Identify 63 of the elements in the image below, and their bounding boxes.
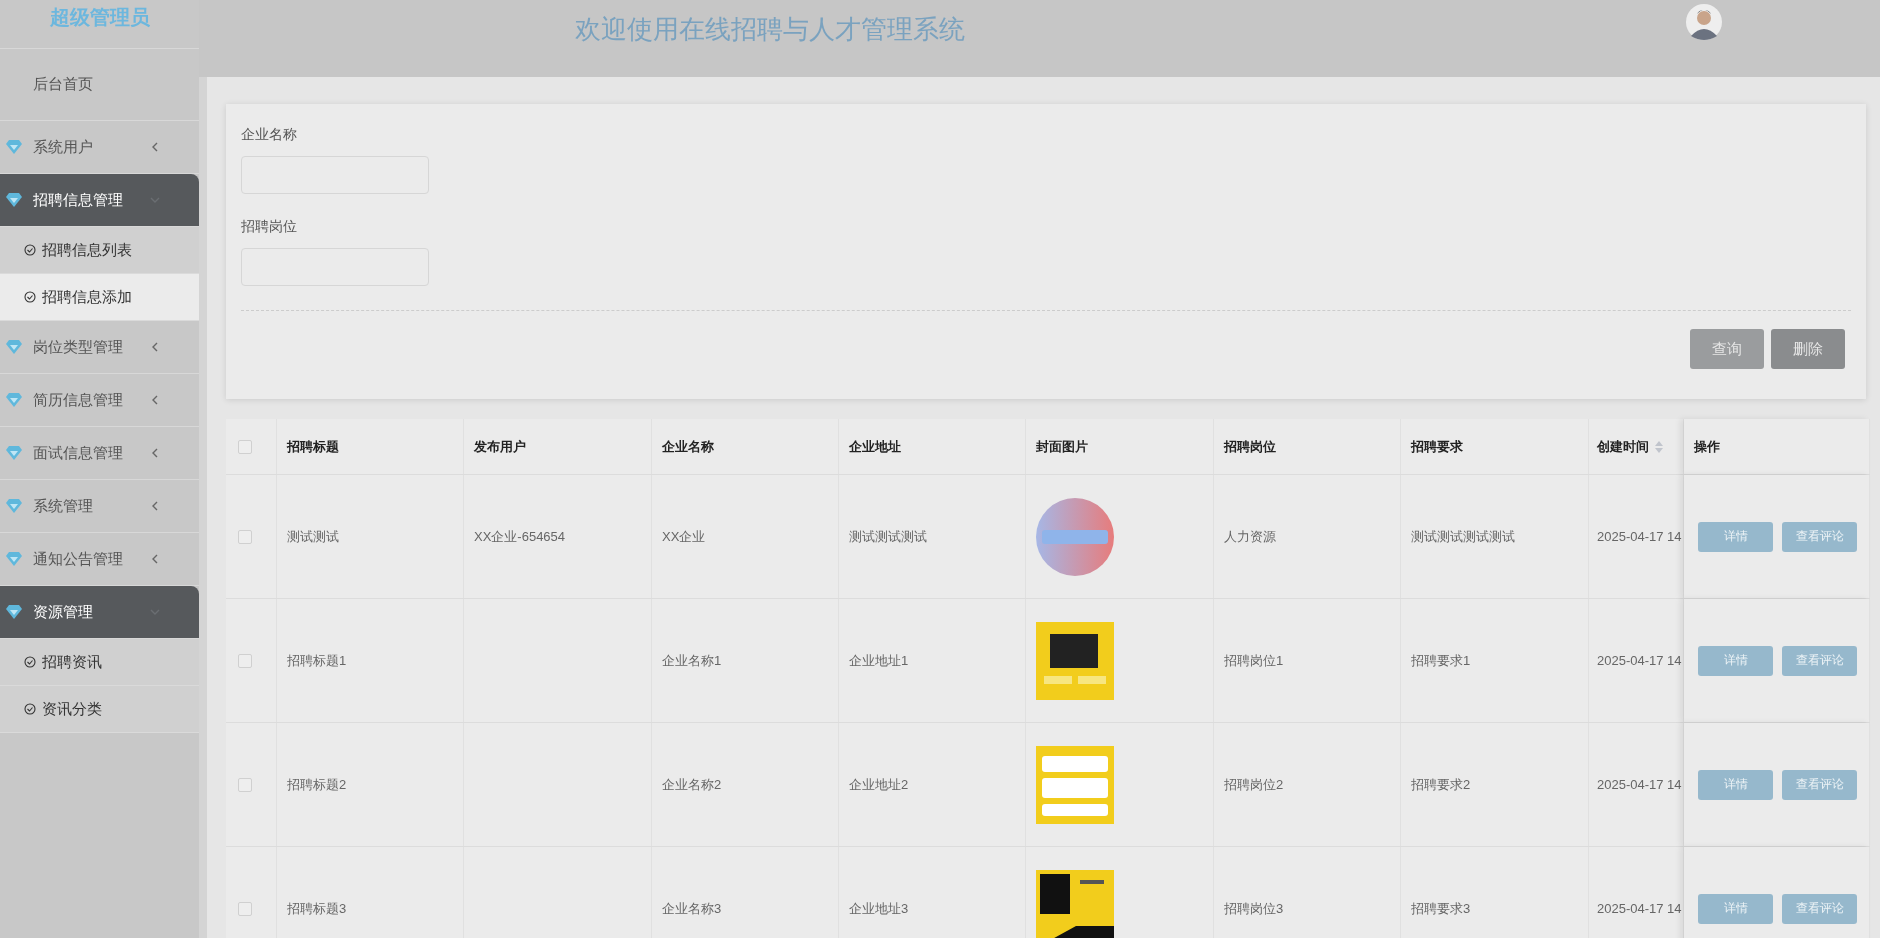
- table-cell: 招聘标题3: [287, 899, 347, 918]
- table-cell: 测试测试测试: [849, 527, 927, 546]
- table-cell: 招聘要求1: [1411, 651, 1471, 670]
- column-header: 发布用户: [474, 437, 526, 456]
- table-cell: 招聘标题2: [287, 775, 347, 794]
- check-circle-icon: [24, 291, 36, 303]
- table-cell: XX企业: [662, 527, 706, 546]
- column-header: 招聘岗位: [1224, 437, 1276, 456]
- table-cell: 招聘岗位2: [1224, 775, 1284, 794]
- table-cell: XX企业-654654: [474, 527, 566, 546]
- table-cell: 人力资源: [1224, 527, 1276, 546]
- diamond-icon: [6, 499, 22, 513]
- column-header: 封面图片: [1036, 437, 1088, 456]
- avatar-icon[interactable]: [1686, 4, 1722, 40]
- checkbox[interactable]: [238, 653, 252, 668]
- diamond-icon: [6, 552, 22, 566]
- check-circle-icon: [24, 703, 36, 715]
- diamond-icon: [6, 446, 22, 460]
- table-cell: 企业名称1: [662, 651, 722, 670]
- column-header: 企业名称: [662, 437, 714, 456]
- table-cell: 测试测试: [287, 527, 339, 546]
- diamond-icon: [6, 605, 22, 619]
- check-circle-icon: [24, 244, 36, 256]
- table-cell: 招聘要求2: [1411, 775, 1471, 794]
- table-cell: 2025-04-17 14: [1597, 653, 1682, 668]
- submenu-item[interactable]: 招聘资讯: [0, 639, 199, 686]
- table-cell: 企业地址3: [849, 899, 909, 918]
- checkbox[interactable]: [238, 439, 252, 454]
- table-cell: 招聘岗位1: [1224, 651, 1284, 670]
- column-header: 招聘要求: [1411, 437, 1463, 456]
- table-cell: 企业地址1: [849, 651, 909, 670]
- table-cell: 企业名称2: [662, 775, 722, 794]
- table-cell: 招聘标题1: [287, 651, 347, 670]
- table-cell: 测试测试测试测试: [1411, 527, 1515, 546]
- diamond-icon: [6, 340, 22, 354]
- diamond-icon: [6, 193, 22, 207]
- table-cell: 招聘岗位3: [1224, 899, 1284, 918]
- field-label: 招聘岗位: [241, 218, 298, 236]
- submenu-item[interactable]: 资讯分类: [0, 686, 199, 733]
- diamond-icon: [6, 140, 22, 154]
- check-circle-icon: [24, 656, 36, 668]
- checkbox[interactable]: [238, 529, 252, 544]
- column-header: 招聘标题: [287, 437, 339, 456]
- submenu-item[interactable]: 招聘信息列表: [0, 227, 199, 274]
- sidebar-menu-item[interactable]: 资源管理: [0, 586, 199, 639]
- sidebar-menu-item[interactable]: 招聘信息管理: [0, 174, 199, 227]
- checkbox[interactable]: [238, 901, 252, 916]
- column-header: 企业地址: [849, 437, 901, 456]
- column-header: 创建时间: [1597, 437, 1649, 456]
- table-cell: 企业名称3: [662, 899, 722, 918]
- submenu-item[interactable]: 招聘信息添加: [0, 274, 199, 321]
- header-title: 欢迎使用在线招聘与人才管理系统: [575, 13, 965, 46]
- table-cell: 2025-04-17 14: [1597, 901, 1682, 916]
- table-cell: 2025-04-17 14: [1597, 777, 1682, 792]
- table-cell: 招聘要求3: [1411, 899, 1471, 918]
- field-label: 企业名称: [241, 126, 298, 144]
- column-header: 操作: [1694, 437, 1720, 456]
- checkbox[interactable]: [238, 777, 252, 792]
- action-button[interactable]: 删除: [1771, 329, 1845, 369]
- diamond-icon: [6, 393, 22, 407]
- table-cell: 2025-04-17 14: [1597, 529, 1682, 544]
- table-cell: 企业地址2: [849, 775, 909, 794]
- sort-icon[interactable]: [1655, 440, 1663, 453]
